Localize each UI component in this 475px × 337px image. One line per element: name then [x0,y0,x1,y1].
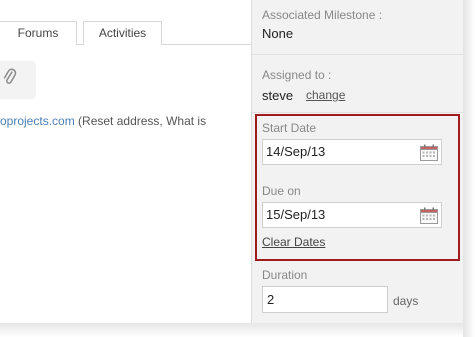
calendar-icon[interactable] [420,144,438,161]
start-date-value: 14/Sep/13 [266,144,326,159]
milestone-label: Associated Milestone : [262,8,383,22]
tab-forums[interactable]: Forums [0,21,77,45]
assigned-label: Assigned to : [262,68,332,82]
attachment-button[interactable] [0,61,36,99]
window-shadow [0,323,463,337]
paperclip-icon [3,68,17,84]
clear-dates-link[interactable]: Clear Dates [262,235,325,249]
calendar-icon[interactable] [420,207,438,224]
task-content-panel: Forums Activities oprojects.com (Reset a… [0,0,251,324]
due-date-value: 15/Sep/13 [266,207,326,222]
change-assignee-link[interactable]: change [306,88,345,102]
tab-activities[interactable]: Activities [83,21,162,45]
email-info-text: (Reset address, What is [74,114,207,128]
milestone-value: None [262,26,294,41]
due-on-label: Due on [262,184,301,198]
duration-unit: days [393,294,419,308]
divider [252,54,463,55]
due-date-input[interactable]: 15/Sep/13 [262,202,442,228]
duration-input[interactable]: 2 [262,286,388,313]
start-date-label: Start Date [262,121,317,135]
tabs-bar: Forums Activities [0,0,251,45]
duration-label: Duration [262,268,308,282]
start-date-input[interactable]: 14/Sep/13 [262,139,442,165]
duration-value: 2 [267,292,275,307]
assigned-user: steve [262,88,294,103]
email-info-line: oprojects.com (Reset address, What is [0,114,251,128]
divider [252,112,463,113]
email-address-link[interactable]: oprojects.com [0,114,75,128]
window-shadow [463,0,475,337]
